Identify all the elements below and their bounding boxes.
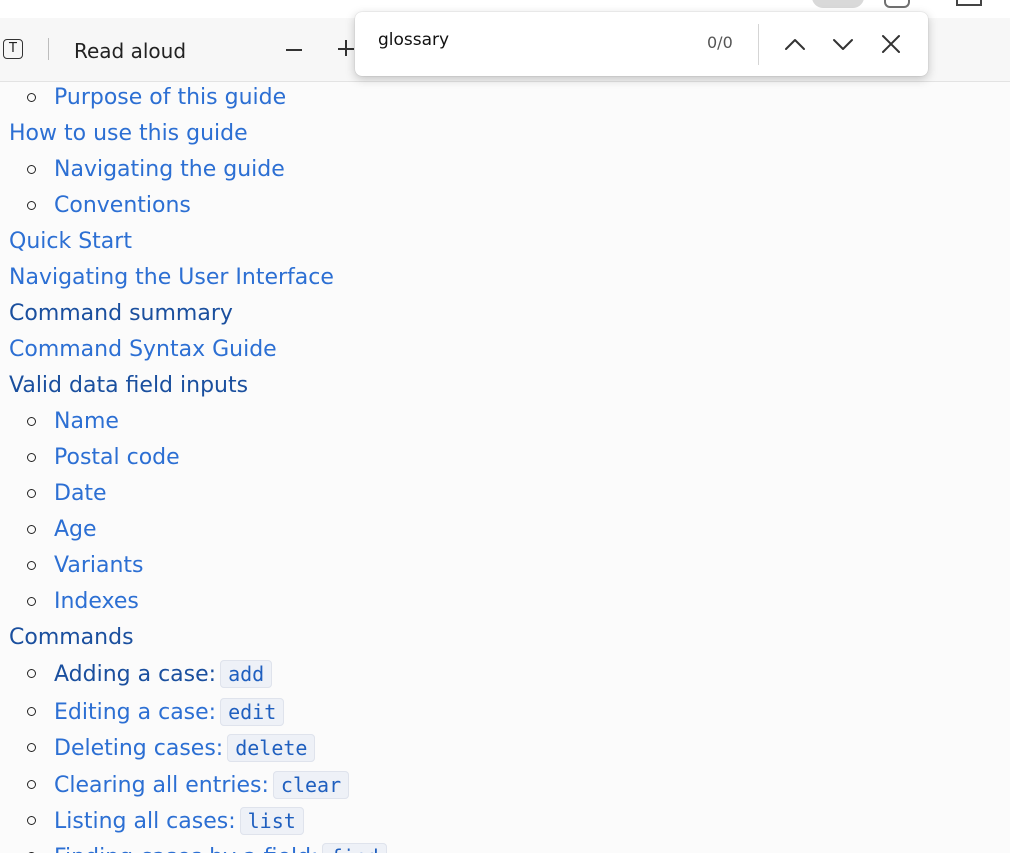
toc-link[interactable]: Purpose of this guide xyxy=(54,85,286,110)
toc-item[interactable]: How to use this guide xyxy=(9,119,248,149)
toc-item[interactable]: Name xyxy=(27,407,119,437)
toc-link[interactable]: Name xyxy=(54,409,119,434)
close-icon xyxy=(882,35,900,53)
toc-link[interactable]: Date xyxy=(54,481,107,506)
toc-link[interactable]: Variants xyxy=(54,553,144,578)
find-divider xyxy=(758,24,759,65)
toc-item[interactable]: Adding a case: add xyxy=(26,659,273,690)
command-code: delete xyxy=(227,734,316,762)
find-match-count: 0/0 xyxy=(707,33,733,52)
toc-item[interactable]: Variants xyxy=(27,551,144,581)
toc-item[interactable]: Deleting cases: delete xyxy=(26,733,316,764)
toc-item[interactable]: Commands xyxy=(9,623,134,653)
toc-link[interactable]: Editing a case: xyxy=(54,700,216,725)
read-aloud-button[interactable]: Read aloud xyxy=(74,39,186,63)
toc-item[interactable]: Postal code xyxy=(27,443,180,473)
toc-item[interactable]: Command summary xyxy=(9,299,233,329)
toc-link[interactable]: Listing all cases: xyxy=(54,809,236,834)
toc-item[interactable]: Finding cases by a field: find xyxy=(27,842,387,853)
toc-item[interactable]: Clearing all entries: clear xyxy=(26,770,350,801)
command-code: list xyxy=(239,807,304,835)
text-preferences-icon[interactable]: T xyxy=(3,39,23,59)
toc-item[interactable]: Valid data field inputs xyxy=(9,371,248,401)
command-code: clear xyxy=(272,771,350,799)
zoom-out-icon[interactable] xyxy=(286,49,302,51)
toc-item[interactable]: Quick Start xyxy=(9,227,132,257)
toc-link[interactable]: Conventions xyxy=(54,193,191,218)
command-code: edit xyxy=(220,698,285,726)
toc-link[interactable]: Valid data field inputs xyxy=(9,373,248,398)
extensions-icon[interactable] xyxy=(884,0,910,8)
toc-link[interactable]: Clearing all entries: xyxy=(54,773,269,798)
toc-item[interactable]: Editing a case: edit xyxy=(26,697,285,728)
toc-link[interactable]: Deleting cases: xyxy=(54,736,223,761)
chevron-down-icon xyxy=(833,39,853,50)
toc-item[interactable]: Date xyxy=(27,479,107,509)
toc-item[interactable]: Command Syntax Guide xyxy=(9,335,277,365)
toc-link[interactable]: Commands xyxy=(9,625,134,650)
close-find-button[interactable] xyxy=(875,28,907,60)
toc-item[interactable]: Navigating the User Interface xyxy=(9,263,334,293)
find-input[interactable] xyxy=(378,30,678,50)
toc-link[interactable]: Command summary xyxy=(9,301,233,326)
toc-link[interactable]: Command Syntax Guide xyxy=(9,337,277,362)
toc-link[interactable]: Age xyxy=(54,517,97,542)
next-match-button[interactable] xyxy=(827,28,859,60)
zoom-in-icon[interactable] xyxy=(338,40,356,58)
toc-link[interactable]: How to use this guide xyxy=(9,121,248,146)
previous-match-button[interactable] xyxy=(779,28,811,60)
window-control-icon[interactable] xyxy=(956,0,982,6)
extension-button[interactable] xyxy=(812,0,864,8)
command-code: add xyxy=(220,660,273,688)
toc-link[interactable]: Indexes xyxy=(54,589,139,614)
toc-link[interactable]: Navigating the User Interface xyxy=(9,265,334,290)
find-on-page-bar: 0/0 xyxy=(355,12,928,76)
toc-item[interactable]: Conventions xyxy=(27,191,191,221)
toc-link[interactable]: Postal code xyxy=(54,445,180,470)
toc-item[interactable]: Age xyxy=(27,515,97,545)
toc-item[interactable]: Purpose of this guide xyxy=(26,83,286,113)
toc-link[interactable]: Navigating the guide xyxy=(54,157,285,182)
chevron-up-icon xyxy=(785,39,805,50)
toc-link[interactable]: Quick Start xyxy=(9,229,132,254)
command-code: find xyxy=(322,843,387,853)
table-of-contents: Purpose of this guide How to use this gu… xyxy=(0,82,1010,853)
toc-link[interactable]: Adding a case: xyxy=(54,662,216,687)
toc-item[interactable]: Listing all cases: list xyxy=(27,806,304,837)
toc-item[interactable]: Navigating the guide xyxy=(27,155,285,185)
toc-item[interactable]: Indexes xyxy=(27,587,139,617)
toc-link[interactable]: Finding cases by a field: xyxy=(54,845,318,853)
toolbar-divider xyxy=(48,38,49,60)
